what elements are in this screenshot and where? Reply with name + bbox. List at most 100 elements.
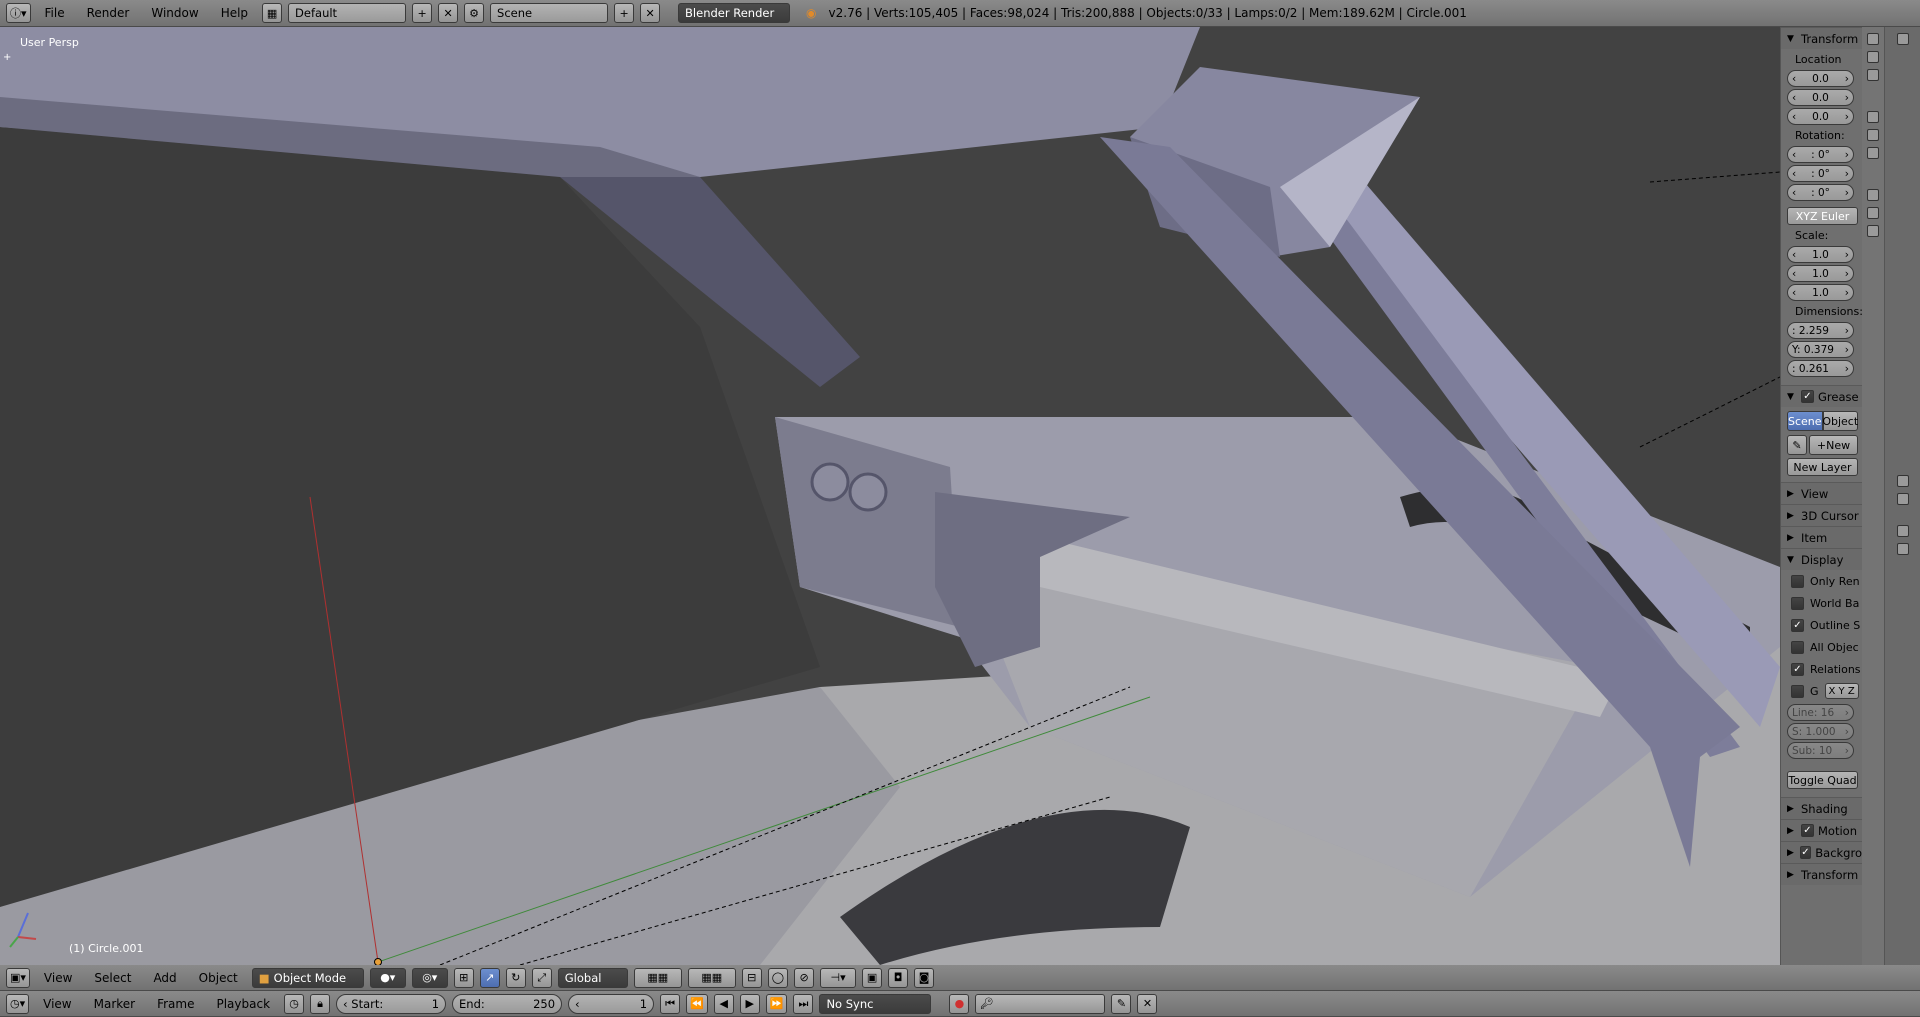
zoom-in-icon[interactable] [1897,525,1909,537]
lock-icon[interactable] [1867,189,1879,201]
jump-keyframe-back-icon[interactable]: ⏪ [686,993,708,1014]
scale-y-field[interactable]: ‹ 1.0 › [1787,265,1854,282]
relationship-lines-checkbox[interactable]: ✓ Relations [1781,658,1862,680]
scale-x-field[interactable]: ‹ 1.0 › [1787,246,1854,263]
editor-type-button[interactable]: ⓘ▾ [6,3,31,23]
lock-icon[interactable] [1867,225,1879,237]
lock-icon[interactable] [1867,33,1879,45]
scale-z-field[interactable]: ‹ 1.0 › [1787,284,1854,301]
rotation-x-field[interactable]: ‹: 0° › [1787,146,1854,163]
sync-mode-select[interactable]: No Sync [819,993,932,1014]
menu-render[interactable]: Render [79,6,138,20]
location-x-field[interactable]: ‹ 0.0 › [1787,70,1854,87]
delete-keyframe-icon[interactable]: ✕ [1137,993,1158,1014]
3d-viewport[interactable]: User Persp (1) Circle.001 + [0,27,1780,965]
background-images-panel-header[interactable]: ▶ ✓ Backgro [1781,841,1862,863]
menu-add[interactable]: Add [145,971,184,985]
dimension-z-field[interactable]: : 0.261 › [1787,360,1854,377]
grease-pencil-panel-header[interactable]: ▼ ✓ Grease [1781,385,1862,407]
3d-cursor-panel-header[interactable]: ▶ 3D Cursor [1781,504,1862,526]
editor-type-button[interactable]: ▣▾ [6,967,30,988]
end-frame-field[interactable]: End: 250 [452,993,563,1014]
lock-icon[interactable] [1867,111,1879,123]
mode-select[interactable]: ■ Object Mode [251,967,364,988]
animation-render-icon[interactable]: ◙ [914,967,935,988]
viewport-shading-select[interactable]: ●▾ [369,967,406,988]
jump-start-icon[interactable]: ⏮ [660,993,681,1014]
only-render-checkbox[interactable]: Only Ren [1781,570,1862,592]
preview-range-icon[interactable]: ◷ [284,993,305,1014]
render-engine-select[interactable]: Blender Render [678,3,791,23]
lock-icon[interactable] [1867,207,1879,219]
menu-object[interactable]: Object [191,971,246,985]
scale-manipulator-icon[interactable]: ⤢ [531,967,552,988]
grease-object-button[interactable]: Object [1822,411,1858,431]
proportional-edit-icon[interactable]: ◯ [767,967,789,988]
pin-icon[interactable] [1897,493,1909,505]
jump-keyframe-forward-icon[interactable]: ⏩ [765,993,788,1014]
checkbox-icon[interactable]: ✓ [1801,390,1814,403]
lock-icon[interactable] [1867,129,1879,141]
menu-select[interactable]: Select [86,971,139,985]
new-layer-button[interactable]: New Layer [1787,458,1858,476]
add-screen-icon[interactable]: + [412,3,433,23]
grid-scale-field[interactable]: S: 1.000 › [1787,723,1854,740]
checkbox-icon[interactable]: ✓ [1799,846,1812,859]
lock-icon[interactable]: 🔒︎ [310,993,331,1014]
play-icon[interactable]: ▶ [739,993,760,1014]
menu-marker[interactable]: Marker [86,997,143,1011]
snap-toggle-icon[interactable]: ⊘ [794,967,815,988]
region-toggle-icon[interactable]: + [3,52,11,63]
remove-screen-icon[interactable]: ✕ [438,3,459,23]
jump-end-icon[interactable]: ⏭ [793,993,814,1014]
transform-orientation-select[interactable]: Global [557,967,628,988]
checkbox-icon[interactable]: ✓ [1801,824,1814,837]
menu-window[interactable]: Window [143,6,206,20]
zoom-out-icon[interactable] [1897,543,1909,555]
lock-layers-icon[interactable]: ⊟ [741,967,762,988]
shading-panel-header[interactable]: ▶ Shading [1781,797,1862,819]
pencil-icon[interactable]: ✎ [1787,435,1807,455]
layers-grid-icon[interactable]: ▦▦ [687,967,736,988]
rotation-mode-select[interactable]: XYZ Euler [1787,207,1858,225]
location-y-field[interactable]: ‹ 0.0 › [1787,89,1854,106]
editor-type-button[interactable]: ◷▾ [6,993,30,1014]
camera-render-icon[interactable]: ◘ [888,967,909,988]
grid-floor-row[interactable]: GX Y Z [1781,680,1862,702]
menu-playback[interactable]: Playback [208,997,278,1011]
screen-layout-field[interactable]: Default [288,3,407,23]
lock-icon[interactable] [1867,51,1879,63]
transform-panel-header[interactable]: ▼ Transform [1781,27,1862,49]
snap-element-select[interactable]: ⊣▾ [820,967,857,988]
rotation-y-field[interactable]: ‹: 0° › [1787,165,1854,182]
layers-grid-icon[interactable]: ▦▦ [633,967,682,988]
screen-layout-icon[interactable]: ▦ [262,3,283,23]
add-scene-icon[interactable]: + [614,3,635,23]
play-reverse-icon[interactable]: ◀ [713,993,734,1014]
dimension-y-field[interactable]: Y: 0.379 › [1787,341,1854,358]
menu-view[interactable]: View [36,971,80,985]
pivot-point-select[interactable]: ◎▾ [411,967,448,988]
translate-manipulator-icon[interactable]: ↗ [479,967,500,988]
transform-orientations-panel-header[interactable]: ▶ Transform [1781,863,1862,885]
menu-help[interactable]: Help [213,6,256,20]
opengl-render-icon[interactable]: ▣ [862,967,883,988]
location-z-field[interactable]: ‹ 0.0 › [1787,108,1854,125]
grid-subdivisions-field[interactable]: Sub: 10 › [1787,742,1854,759]
insert-keyframe-icon[interactable]: ✎ [1111,993,1132,1014]
axes-toggle[interactable]: X Y Z [1824,683,1859,699]
item-panel-header[interactable]: ▶ Item [1781,526,1862,548]
all-object-origins-checkbox[interactable]: All Objec [1781,636,1862,658]
outliner-icon[interactable] [1897,33,1909,45]
manipulator-toggle-icon[interactable]: ⊞ [453,967,474,988]
view-panel-header[interactable]: ▶ View [1781,482,1862,504]
keying-set-field[interactable]: 🔑︎ [975,993,1106,1014]
display-panel-header[interactable]: ▼ Display [1781,548,1862,570]
current-frame-field[interactable]: ‹ 1 [568,993,655,1014]
lock-icon[interactable] [1867,69,1879,81]
menu-view[interactable]: View [35,997,79,1011]
rotation-z-field[interactable]: ‹: 0° › [1787,184,1854,201]
grease-new-button[interactable]: + New [1809,435,1858,455]
remove-scene-icon[interactable]: ✕ [640,3,661,23]
menu-frame[interactable]: Frame [149,997,202,1011]
